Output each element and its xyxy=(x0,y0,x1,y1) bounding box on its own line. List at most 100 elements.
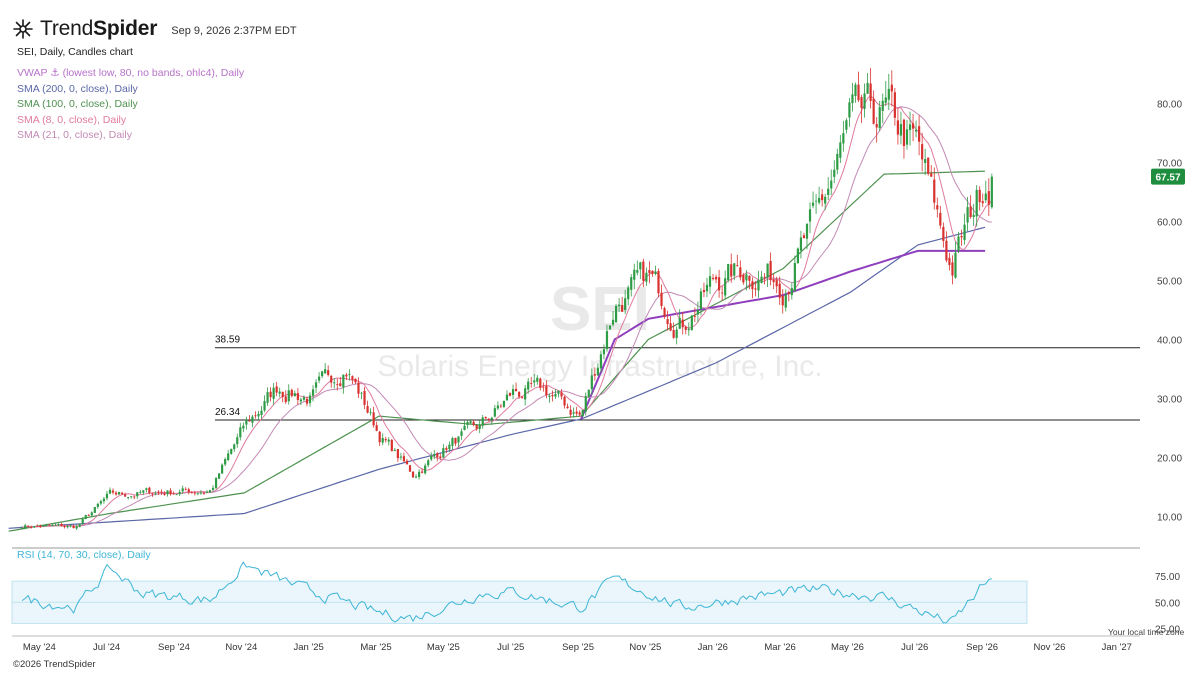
indicator-legend: VWAP ⚓ (lowest low, 80, no bands, ohlc4)… xyxy=(17,66,244,144)
candle xyxy=(769,252,772,286)
candle xyxy=(378,430,381,447)
candle xyxy=(399,452,403,461)
x-tick-label: Jul '25 xyxy=(497,642,524,653)
legend-sma100[interactable]: SMA (100, 0, close), Daily xyxy=(17,97,244,113)
candle xyxy=(945,231,948,263)
candle xyxy=(881,93,884,124)
y-tick-label: 30.00 xyxy=(1157,394,1182,405)
candle xyxy=(963,213,966,245)
candle xyxy=(936,197,939,218)
candle xyxy=(657,268,660,298)
candle xyxy=(354,378,357,385)
candle xyxy=(705,277,709,298)
candle xyxy=(651,270,654,277)
candle xyxy=(942,222,945,248)
candle xyxy=(275,381,278,397)
candle xyxy=(487,418,490,422)
candle xyxy=(514,382,518,392)
candle xyxy=(369,408,372,416)
candle xyxy=(333,378,336,389)
rsi-tick-label: 50.00 xyxy=(1155,598,1180,609)
candle xyxy=(308,392,312,407)
candle xyxy=(178,489,181,497)
candle xyxy=(233,443,236,452)
candle xyxy=(166,490,169,497)
candle xyxy=(436,452,439,462)
candle xyxy=(360,391,363,400)
candle xyxy=(136,492,139,500)
candle xyxy=(127,497,130,500)
level-label-0: 38.59 xyxy=(215,335,240,346)
last-price-text: 67.57 xyxy=(1155,173,1180,184)
candle xyxy=(524,384,527,406)
candle xyxy=(808,202,812,234)
legend-sma21[interactable]: SMA (21, 0, close), Daily xyxy=(17,128,244,144)
candle xyxy=(814,194,818,214)
candle xyxy=(572,407,575,418)
candle xyxy=(90,511,93,516)
x-tick-label: Jan '27 xyxy=(1102,642,1132,653)
candle xyxy=(417,469,421,480)
candle xyxy=(757,270,760,298)
candle xyxy=(830,169,833,196)
candle xyxy=(251,414,254,428)
candle xyxy=(927,157,930,176)
candle xyxy=(196,492,199,496)
candle xyxy=(557,390,560,398)
candle xyxy=(866,73,869,94)
candle xyxy=(672,322,675,339)
candle xyxy=(396,448,399,462)
candle xyxy=(108,487,112,495)
legend-sma8[interactable]: SMA (8, 0, close), Daily xyxy=(17,113,244,129)
candle xyxy=(924,148,927,176)
candle xyxy=(508,392,512,397)
x-tick-label: Jul '24 xyxy=(93,642,120,653)
candle xyxy=(193,490,196,496)
candle xyxy=(793,255,796,292)
candle xyxy=(960,229,963,246)
legend-vwap[interactable]: VWAP ⚓ (lowest low, 80, no bands, ohlc4)… xyxy=(17,66,244,82)
candle xyxy=(190,491,193,494)
candle xyxy=(666,310,669,331)
candle xyxy=(414,474,418,479)
candle xyxy=(742,273,745,285)
candle xyxy=(266,387,269,406)
candle xyxy=(102,497,106,504)
candle xyxy=(739,260,742,281)
candle xyxy=(751,277,754,299)
candle xyxy=(214,476,218,490)
candle xyxy=(260,406,263,419)
candle xyxy=(278,387,281,398)
candle xyxy=(587,389,590,398)
watermark-ticker: SEI xyxy=(550,275,650,344)
candle xyxy=(908,111,912,146)
candle xyxy=(899,111,903,145)
y-tick-label: 50.00 xyxy=(1157,276,1182,287)
candle xyxy=(911,113,915,142)
candle xyxy=(427,458,430,468)
candle xyxy=(466,419,469,429)
candle xyxy=(363,386,366,410)
app-header: TrendSpider Sep 9, 2026 2:37PM EDT xyxy=(12,14,297,44)
candle xyxy=(393,447,396,452)
candle xyxy=(269,387,272,402)
candle xyxy=(884,81,887,107)
candle xyxy=(366,400,369,414)
candle xyxy=(460,428,463,441)
candle xyxy=(287,384,290,405)
candle xyxy=(848,97,851,127)
candle xyxy=(387,437,390,446)
candle xyxy=(408,464,412,472)
candle xyxy=(184,487,187,491)
candle xyxy=(133,495,136,500)
legend-rsi[interactable]: RSI (14, 70, 30, close), Daily xyxy=(17,549,151,561)
level-label-1: 26.34 xyxy=(215,407,240,418)
candle xyxy=(284,390,287,404)
candle xyxy=(918,115,921,156)
candle xyxy=(411,471,415,479)
legend-sma200[interactable]: SMA (200, 0, close), Daily xyxy=(17,82,244,98)
x-tick-label: Jul '26 xyxy=(901,642,928,653)
candle xyxy=(684,325,687,335)
timezone-note: Your local time zone xyxy=(1108,627,1185,637)
brand-light: Trend xyxy=(40,17,94,40)
